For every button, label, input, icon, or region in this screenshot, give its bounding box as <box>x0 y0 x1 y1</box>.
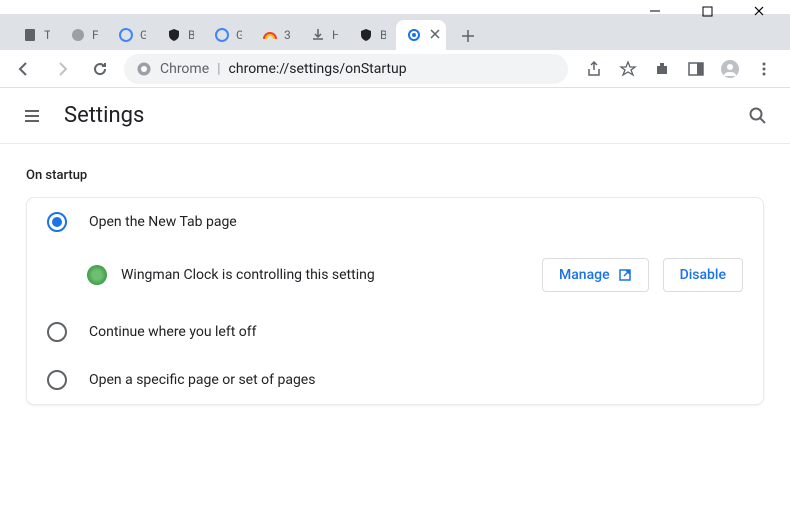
browser-tab[interactable]: Be <box>348 20 396 50</box>
new-tab-button[interactable] <box>454 22 482 50</box>
close-icon[interactable] <box>430 29 440 41</box>
tab-strip: Th Fil Gc Be Gc 3B Hc Be <box>0 14 790 50</box>
disable-button[interactable]: Disable <box>663 258 743 292</box>
browser-tab[interactable]: Hc <box>300 20 348 50</box>
option-label: Open the New Tab page <box>89 214 237 230</box>
browser-tab-active[interactable] <box>396 20 446 50</box>
extension-notice-row: Wingman Clock is controlling this settin… <box>27 246 763 308</box>
bookmark-icon[interactable] <box>618 59 638 79</box>
reload-button[interactable] <box>86 55 114 83</box>
browser-tab[interactable]: Gc <box>108 20 156 50</box>
disable-button-label: Disable <box>680 267 726 283</box>
option-label: Continue where you left off <box>89 324 257 340</box>
search-button[interactable] <box>746 104 770 128</box>
profile-icon[interactable] <box>720 59 740 79</box>
browser-tab[interactable]: Fil <box>60 20 108 50</box>
external-link-icon <box>618 268 632 282</box>
window-maximize-button[interactable] <box>700 4 714 18</box>
extension-icon <box>87 265 107 285</box>
back-button[interactable] <box>10 55 38 83</box>
settings-header: Settings <box>0 88 790 144</box>
browser-tab[interactable]: Be <box>156 20 204 50</box>
shield-icon <box>358 27 374 43</box>
settings-content: On startup Open the New Tab page Wingman… <box>0 144 790 429</box>
tab-label: Gc <box>236 28 242 42</box>
tab-label: Th <box>44 28 50 42</box>
toolbar-actions <box>578 59 780 79</box>
forward-button[interactable] <box>48 55 76 83</box>
tab-label: Gc <box>140 28 146 42</box>
radio-button[interactable] <box>47 322 67 342</box>
shield-icon <box>166 27 182 43</box>
option-row-continue[interactable]: Continue where you left off <box>27 308 763 356</box>
radio-button[interactable] <box>47 212 67 232</box>
tab-label: Be <box>380 28 386 42</box>
hamburger-menu-button[interactable] <box>20 104 44 128</box>
browser-tab[interactable]: Gc <box>204 20 252 50</box>
tab-label: 3B <box>284 28 290 42</box>
share-icon[interactable] <box>584 59 604 79</box>
sidepanel-icon[interactable] <box>686 59 706 79</box>
browser-toolbar: Chrome | chrome://settings/onStartup <box>0 50 790 88</box>
address-bar[interactable]: Chrome | chrome://settings/onStartup <box>124 54 568 84</box>
url-separator: | <box>217 61 220 77</box>
option-row-specific-pages[interactable]: Open a specific page or set of pages <box>27 356 763 404</box>
extension-notice-text: Wingman Clock is controlling this settin… <box>121 267 528 283</box>
page-title: Settings <box>64 103 144 128</box>
window-titlebar <box>0 0 790 14</box>
startup-options-card: Open the New Tab page Wingman Clock is c… <box>26 197 764 405</box>
download-icon <box>310 27 326 43</box>
window-minimize-button[interactable] <box>648 4 662 18</box>
menu-icon[interactable] <box>754 59 774 79</box>
url-scheme-label: Chrome <box>160 61 209 77</box>
window-close-button[interactable] <box>752 4 766 18</box>
chrome-icon <box>136 61 152 77</box>
rainbow-icon <box>262 27 278 43</box>
url-path: chrome://settings/onStartup <box>229 61 407 77</box>
browser-tab[interactable]: 3B <box>252 20 300 50</box>
google-icon <box>118 27 134 43</box>
tab-label: Hc <box>332 28 338 42</box>
tab-label: Be <box>188 28 194 42</box>
section-title: On startup <box>26 168 764 183</box>
tab-label: Fil <box>92 28 98 42</box>
browser-tab[interactable]: Th <box>12 20 60 50</box>
page-icon <box>22 27 38 43</box>
radio-button[interactable] <box>47 370 67 390</box>
option-row-new-tab[interactable]: Open the New Tab page <box>27 198 763 246</box>
extensions-icon[interactable] <box>652 59 672 79</box>
settings-gear-icon <box>406 27 422 43</box>
google-icon <box>214 27 230 43</box>
manage-button-label: Manage <box>559 267 610 283</box>
globe-icon <box>70 27 86 43</box>
manage-button[interactable]: Manage <box>542 258 649 292</box>
option-label: Open a specific page or set of pages <box>89 372 315 388</box>
